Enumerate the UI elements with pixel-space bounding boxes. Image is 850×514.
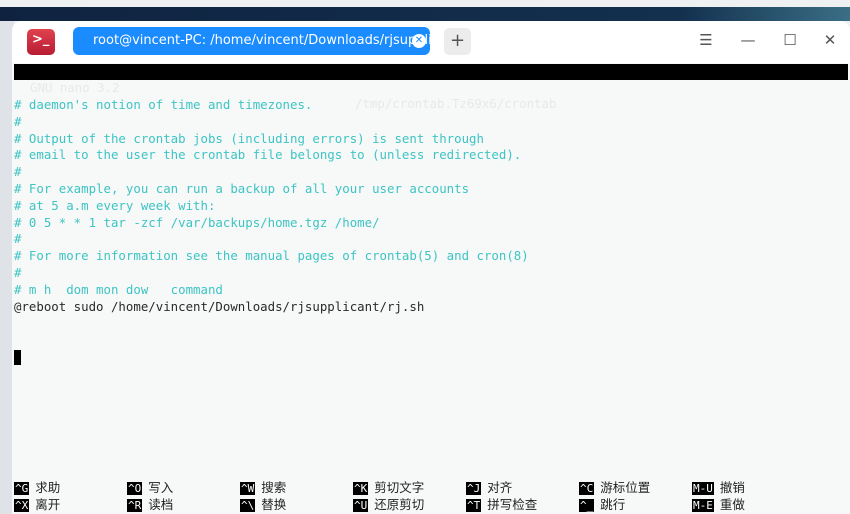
shortcut-key: M-U — [692, 482, 714, 495]
shortcut-key: ^\ — [240, 499, 256, 512]
shortcut-label: 重做 — [719, 497, 745, 512]
editor-line[interactable]: # — [14, 113, 21, 130]
editor-line[interactable]: # — [14, 163, 21, 180]
editor-line[interactable]: # at 5 a.m every week with: — [14, 197, 215, 214]
shortcut-item: ^C 游标位置 — [579, 480, 650, 496]
shortcut-key: ^U — [353, 499, 369, 512]
title-bar: >_ root@vincent-PC: /home/vincent/Downlo… — [12, 21, 850, 63]
shortcut-item: ^J 对齐 — [466, 480, 512, 496]
shortcut-label: 替换 — [261, 497, 287, 512]
shortcut-item: ^_ 跳行 — [579, 497, 625, 513]
shortcut-item: ^G 求助 — [14, 480, 60, 496]
editor-line[interactable]: # For example, you can run a backup of a… — [14, 180, 469, 197]
editor-line[interactable]: # — [14, 264, 21, 281]
shortcut-item: ^X 离开 — [14, 497, 60, 513]
shortcut-item: ^O 写入 — [127, 480, 173, 496]
file-name: /tmp/crontab.Tz69x6/crontab — [355, 96, 557, 111]
editor-line[interactable]: # email to the user the crontab file bel… — [14, 146, 521, 163]
text-cursor — [14, 350, 21, 365]
shortcut-key: ^W — [240, 482, 256, 495]
tab-title: root@vincent-PC: /home/vincent/Downloads… — [93, 33, 461, 48]
shortcut-key: ^O — [127, 482, 143, 495]
shortcut-item: ^R 读档 — [127, 497, 173, 513]
terminal-icon: >_ — [27, 29, 55, 55]
terminal-content[interactable]: GNU nano 3.2 /tmp/crontab.Tz69x6/crontab… — [12, 63, 850, 514]
maximize-button[interactable]: ☐ — [779, 31, 801, 49]
shortcut-item: M-E 重做 — [692, 497, 745, 513]
editor-line[interactable]: # For more information see the manual pa… — [14, 247, 529, 264]
shortcut-label: 游标位置 — [600, 480, 651, 495]
nano-header: GNU nano 3.2 /tmp/crontab.Tz69x6/crontab — [14, 64, 848, 111]
nano-version: GNU nano 3.2 — [30, 80, 120, 95]
shortcut-key: ^T — [466, 499, 482, 512]
shortcut-item: ^T 拼写检查 — [466, 497, 537, 513]
tab-terminal[interactable]: root@vincent-PC: /home/vincent/Downloads… — [73, 27, 460, 55]
terminal-window: >_ root@vincent-PC: /home/vincent/Downlo… — [12, 21, 850, 514]
tab-close-icon[interactable]: ✕ — [412, 34, 426, 48]
shortcut-item: ^K 剪切文字 — [353, 480, 424, 496]
shortcut-key: ^C — [579, 482, 595, 495]
shortcut-label: 写入 — [148, 480, 174, 495]
shortcut-key: ^G — [14, 482, 30, 495]
shortcut-key: ^X — [14, 499, 30, 512]
shortcut-key: ^K — [353, 482, 369, 495]
shortcut-label: 还原剪切 — [374, 497, 425, 512]
shortcut-item: ^\ 替换 — [240, 497, 286, 513]
shortcut-item: ^U 还原剪切 — [353, 497, 424, 513]
new-tab-button[interactable]: + — [444, 28, 471, 55]
shortcut-label: 求助 — [35, 480, 61, 495]
editor-line[interactable]: # — [14, 230, 21, 247]
minimize-button[interactable]: — — [737, 31, 759, 49]
shortcut-key: ^J — [466, 482, 482, 495]
shortcut-key: ^_ — [579, 499, 595, 512]
shortcut-key: ^R — [127, 499, 143, 512]
editor-line[interactable]: # m h dom mon dow command — [14, 281, 223, 298]
editor-line[interactable]: @reboot sudo /home/vincent/Downloads/rjs… — [14, 298, 424, 315]
desktop-background — [0, 7, 850, 21]
editor-line[interactable]: # Output of the crontab jobs (including … — [14, 130, 484, 147]
shortcut-item: ^W 搜索 — [240, 480, 286, 496]
shortcut-label: 拼写检查 — [487, 497, 538, 512]
shortcut-label: 读档 — [148, 497, 174, 512]
shortcut-key: M-E — [692, 499, 714, 512]
shortcut-label: 跳行 — [600, 497, 626, 512]
menu-icon[interactable]: ☰ — [695, 31, 717, 49]
shortcut-label: 撤销 — [719, 480, 745, 495]
editor-line[interactable]: # 0 5 * * 1 tar -zcf /var/backups/home.t… — [14, 214, 380, 231]
shortcut-label: 离开 — [35, 497, 61, 512]
shortcut-item: M-U 撤销 — [692, 480, 745, 496]
editor-line[interactable]: # daemon's notion of time and timezones. — [14, 96, 312, 113]
shortcut-label: 对齐 — [487, 480, 513, 495]
close-button[interactable]: ✕ — [819, 31, 841, 49]
shortcut-label: 剪切文字 — [374, 480, 425, 495]
shortcut-label: 搜索 — [261, 480, 287, 495]
